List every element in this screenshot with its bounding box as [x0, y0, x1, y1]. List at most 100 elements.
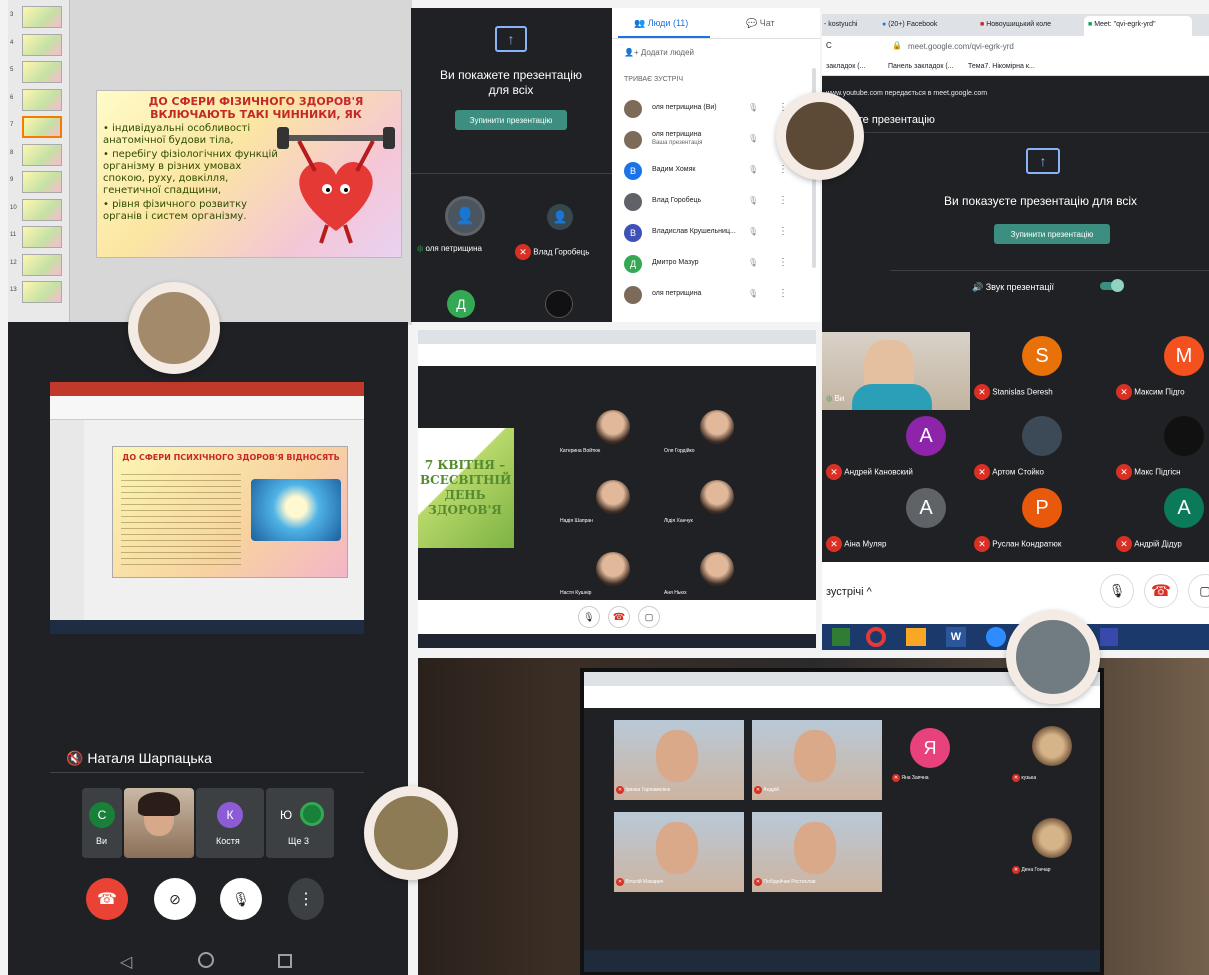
mic-off-icon[interactable]: 🎙 [748, 134, 758, 143]
end-call-button[interactable]: ☎ [1144, 574, 1178, 608]
participant-video[interactable] [596, 410, 630, 444]
slide-thumbnail[interactable]: 10 [10, 198, 68, 223]
decor-circle [364, 786, 458, 880]
mic-off-icon[interactable]: 🎙 [748, 258, 758, 267]
slide-number: 9 [10, 177, 14, 183]
slide-thumbnail[interactable]: 5 [10, 61, 68, 85]
participant-tile[interactable]: Я ✕ Яна Заячна [890, 720, 970, 800]
slide-thumbnail-strip[interactable]: 3 4 5 6 7 8 9 10 11 12 13 [8, 0, 70, 325]
people-list-item[interactable]: оля петрищина 🎙 ⋮ [612, 280, 820, 310]
camera-off-button[interactable]: ⊘ [154, 878, 196, 920]
mini-tile-video[interactable] [124, 788, 194, 858]
mini-tile[interactable]: Ю Ще 3 [266, 788, 334, 858]
participant-tile[interactable]: ✕ Андрій [752, 720, 882, 800]
folder-icon[interactable] [906, 628, 926, 646]
mic-off-button[interactable]: 🎙 [220, 878, 262, 920]
participant-tile[interactable]: A ✕ Андрій Дідур [1112, 484, 1209, 556]
slide-thumbnail[interactable]: 6 [10, 88, 68, 113]
participant-video[interactable] [700, 552, 734, 586]
reload-icon[interactable]: C [826, 41, 832, 50]
mic-off-icon[interactable]: 🎙 [748, 103, 758, 112]
tab-people[interactable]: 👥 Люди (11) [634, 18, 688, 29]
camera-button[interactable]: ▢ [638, 606, 660, 628]
more-options-button[interactable]: ⋮ [288, 878, 324, 920]
participant-video[interactable] [596, 480, 630, 514]
tab-chat[interactable]: 💬 Чат [746, 18, 775, 29]
opera-icon[interactable] [866, 627, 886, 647]
meeting-details[interactable]: зустрічі ^ [826, 586, 872, 598]
mic-button[interactable]: 🎙 [578, 606, 600, 628]
participant-name: ✕ Андрей Кановский [826, 464, 913, 480]
stop-presenting-button[interactable]: Зупинити презентацію [994, 224, 1110, 244]
browser-tab[interactable]: ● (20+) Facebook [882, 21, 937, 28]
more-icon[interactable]: ⋮ [778, 195, 788, 206]
taskbar-app-icon[interactable] [832, 628, 850, 646]
participant-tile[interactable]: ✕ Дена Гончар [1010, 812, 1090, 892]
participant-video[interactable] [700, 480, 734, 514]
people-list-item[interactable]: Влад Горобець 🎙 ⋮ [612, 187, 820, 217]
slide-thumbnail[interactable]: 3 [10, 6, 68, 30]
people-list-item[interactable]: Д Дмитро Мазур 🎙 ⋮ [612, 249, 820, 279]
end-call-button[interactable]: ☎ [86, 878, 128, 920]
participant-name: ✕ Віталій Макарич [616, 878, 663, 886]
camera-button[interactable]: ▢ [1188, 574, 1209, 608]
person-name: Вадим Хомяк [652, 166, 696, 173]
more-icon[interactable]: ⋮ [778, 288, 788, 299]
participant-tile[interactable]: ✕ Артом Стойко [970, 412, 1110, 484]
bookmark-item[interactable]: Панель закладок (... [888, 63, 954, 70]
slide-thumbnail[interactable]: 9 [10, 171, 68, 195]
slide-thumbnail[interactable]: 8 [10, 143, 68, 168]
end-call-button[interactable]: ☎ [608, 606, 630, 628]
presentation-banner: ете презентацію [852, 114, 935, 126]
bookmark-item[interactable]: Тема7. Нікомірна к... [968, 63, 1035, 70]
android-back-icon[interactable]: ◁ [120, 952, 132, 972]
participant-tile[interactable]: P ✕ Руслан Кондратюк [970, 484, 1110, 556]
android-recents-icon[interactable] [278, 954, 292, 968]
browser-tab[interactable]: ■ Новоушицький коле [980, 21, 1051, 28]
bookmark-item[interactable]: закладок (... [826, 63, 865, 70]
taskbar [418, 634, 816, 648]
more-icon[interactable]: ⋮ [778, 257, 788, 268]
participant-tile[interactable]: ✕ Макс Підгісн [1112, 412, 1209, 484]
slide-thumbnail[interactable]: 13 [10, 281, 68, 305]
mini-tile[interactable]: К Костя [196, 788, 264, 858]
slide-thumbnail[interactable]: 12 [10, 253, 68, 278]
disk-icon[interactable] [1100, 628, 1118, 646]
more-icon[interactable]: ⋮ [778, 226, 788, 237]
url-field[interactable]: meet.google.com/qvi-egrk-yrd [908, 42, 1014, 51]
avatar [624, 131, 642, 149]
slide-thumbnail[interactable]: 11 [10, 226, 68, 250]
slide-thumbnail[interactable]: 4 [10, 33, 68, 58]
participant-tile[interactable]: ✕ Іринка Гарпамелюк [614, 720, 744, 800]
android-home-icon[interactable] [198, 952, 214, 968]
participant-tile[interactable]: A ✕ Аіна Муляр [822, 484, 962, 556]
address-bar-row: C 🔒 meet.google.com/qvi-egrk-yrd [822, 36, 1209, 58]
participant-video[interactable] [700, 410, 734, 444]
audio-toggle[interactable] [1100, 279, 1124, 292]
mic-off-icon[interactable]: 🎙 [748, 227, 758, 236]
browser-tab[interactable]: - kostyuchi [824, 21, 857, 28]
participant-tile[interactable]: ✕ Віталій Макарич [614, 812, 744, 892]
participant-tile[interactable]: S ✕ Stanislas Deresh [970, 332, 1110, 404]
avatar: В [624, 162, 642, 180]
participant-face [656, 822, 698, 874]
participant-video[interactable] [596, 552, 630, 586]
participant-tile[interactable]: ✕ кузька [1010, 720, 1090, 800]
section-label: ТРИВАЄ ЗУСТРІЧ [624, 76, 684, 83]
add-people-button[interactable]: 👤+ Додати людей [624, 48, 694, 57]
mic-off-icon[interactable]: 🎙 [748, 196, 758, 205]
zoom-icon[interactable] [986, 627, 1006, 647]
participant-tile[interactable]: A ✕ Андрей Кановский [822, 412, 962, 484]
browser-tab-active[interactable]: ■ Meet: "qvi-egrk-yrd" [1084, 16, 1192, 36]
mic-off-icon: ✕ [616, 786, 624, 794]
mic-off-icon[interactable]: 🎙 [748, 165, 758, 174]
stop-presenting-button[interactable]: Зупинити презентацію [455, 110, 567, 130]
people-list-item[interactable]: В Владислав Крушельниц... 🎙 ⋮ [612, 218, 820, 248]
participant-tile[interactable]: ✕ Побідейчик Ростислав [752, 812, 882, 892]
word-icon[interactable]: W [946, 627, 966, 647]
mini-tile[interactable]: С Ви [82, 788, 122, 858]
participant-tile[interactable]: M ✕ Максим Підго [1112, 332, 1209, 404]
mic-off-icon[interactable]: 🎙 [748, 289, 758, 298]
slide-thumbnail[interactable]: 7 [10, 116, 68, 140]
mic-button[interactable]: 🎙 [1100, 574, 1134, 608]
